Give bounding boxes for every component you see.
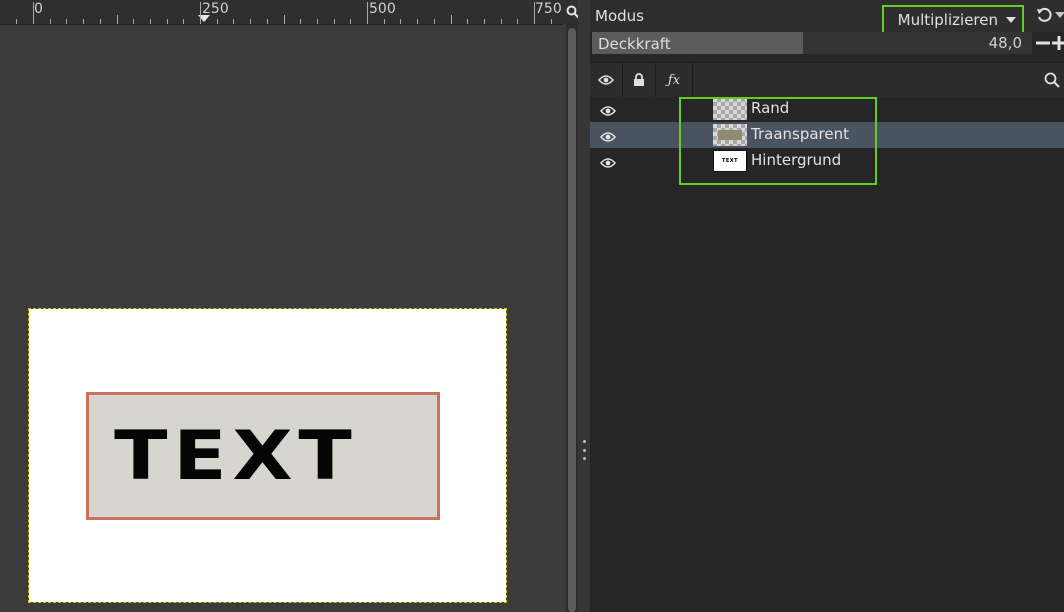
grip-icon — [582, 440, 586, 460]
minus-icon — [1036, 41, 1050, 45]
opacity-decrease-button[interactable] — [1036, 32, 1050, 54]
visibility-toggle[interactable] — [600, 128, 616, 147]
ruler-label-250: 250 — [202, 1, 229, 17]
pane-resize-handle[interactable] — [578, 0, 590, 612]
ruler-tick — [200, 2, 201, 24]
ruler-tick — [233, 19, 235, 24]
ruler-tick — [517, 19, 519, 24]
ruler-tick — [116, 15, 118, 24]
visibility-toggle[interactable] — [600, 154, 616, 173]
search-icon — [1044, 72, 1060, 88]
ruler-tick — [283, 15, 285, 24]
layer-list[interactable]: Rand Traansparent TEXT Hintergrund — [590, 97, 1064, 612]
ruler-tick — [400, 19, 402, 24]
layer-search-button[interactable] — [1044, 72, 1060, 92]
opacity-value: 48,0 — [988, 34, 1022, 52]
ruler-tick — [133, 19, 135, 24]
ruler-tick — [500, 19, 502, 24]
layer-thumbnail — [713, 124, 747, 146]
mode-dropdown[interactable]: Multiplizieren — [882, 5, 1024, 34]
thumbnail-box-preview — [718, 130, 742, 140]
ruler-tick — [166, 19, 168, 24]
ruler-label-500: 500 — [369, 1, 396, 17]
layer-row-hintergrund[interactable]: TEXT Hintergrund — [590, 148, 1064, 174]
layer-list-header: ƒx — [590, 62, 1064, 98]
ruler-tick — [33, 2, 34, 24]
ruler-tick — [66, 19, 68, 24]
lock-column-header[interactable] — [623, 63, 656, 97]
layer-name[interactable]: Hintergrund — [751, 151, 841, 169]
image-canvas[interactable]: TEXT — [28, 308, 507, 603]
layer-row-rand[interactable]: Rand — [590, 96, 1064, 122]
ruler-tick — [534, 2, 535, 24]
opacity-row: Deckkraft 48,0 — [590, 32, 1064, 56]
thumbnail-text: TEXT — [721, 158, 739, 164]
opacity-increase-button[interactable] — [1052, 32, 1064, 54]
ruler-tick — [550, 19, 552, 24]
ruler-tick — [149, 19, 151, 24]
ruler-tick — [49, 19, 51, 24]
scrollbar-thumb[interactable] — [568, 28, 576, 612]
ruler-label-0: 0 — [34, 1, 43, 17]
vertical-scrollbar[interactable] — [566, 24, 578, 612]
eye-icon — [600, 132, 616, 142]
mode-label: Modus — [595, 7, 644, 25]
horizontal-ruler[interactable]: 0 250 500 750 — [0, 0, 562, 25]
ruler-tick — [450, 15, 452, 24]
ruler-tick — [99, 19, 101, 24]
ruler-tick — [16, 19, 18, 24]
lock-icon — [634, 73, 644, 86]
visibility-column-header[interactable] — [590, 63, 623, 97]
layer-thumbnail: TEXT — [713, 150, 747, 172]
fx-icon: ƒx — [667, 72, 681, 88]
opacity-label: Deckkraft — [598, 35, 671, 53]
mode-value: Multiplizieren — [897, 10, 998, 29]
image-window: 0 250 500 750 TEXT — [0, 0, 584, 612]
ruler-tick — [383, 19, 385, 24]
text-box-layer: TEXT — [86, 392, 440, 520]
reset-mode-button[interactable] — [1036, 7, 1064, 23]
mode-row: Modus Multiplizieren — [590, 0, 1064, 34]
ruler-tick — [250, 19, 252, 24]
effects-column-header[interactable]: ƒx — [656, 63, 693, 97]
reset-icon — [1037, 7, 1052, 22]
eye-icon — [600, 158, 616, 168]
ruler-tick — [266, 19, 268, 24]
ruler-tick — [433, 19, 435, 24]
ruler-tick — [216, 19, 218, 24]
ruler-tick — [483, 19, 485, 24]
visibility-toggle[interactable] — [600, 102, 616, 121]
layer-row-traansparent[interactable]: Traansparent — [590, 122, 1064, 148]
layer-thumbnail — [713, 98, 747, 120]
ruler-label-750: 750 — [535, 1, 562, 17]
ruler-tick — [350, 19, 352, 24]
ruler-tick — [467, 19, 469, 24]
layer-name[interactable]: Rand — [751, 99, 789, 117]
ruler-tick — [417, 19, 419, 24]
ruler-tick — [316, 19, 318, 24]
ruler-tick — [333, 19, 335, 24]
eye-icon — [600, 106, 616, 116]
opacity-slider[interactable]: Deckkraft 48,0 — [592, 32, 1032, 54]
eye-icon — [598, 75, 614, 85]
layer-name[interactable]: Traansparent — [751, 125, 849, 143]
ruler-tick — [300, 19, 302, 24]
chevron-down-icon — [1055, 12, 1064, 18]
ruler-tick — [183, 19, 185, 24]
layers-dock: Modus Multiplizieren Deckkraft 48,0 ƒx R… — [590, 0, 1064, 612]
chevron-down-icon — [1006, 16, 1016, 23]
plus-icon — [1052, 36, 1064, 50]
canvas-text: TEXT — [113, 416, 358, 496]
ruler-tick — [83, 19, 85, 24]
ruler-tick — [367, 2, 368, 24]
